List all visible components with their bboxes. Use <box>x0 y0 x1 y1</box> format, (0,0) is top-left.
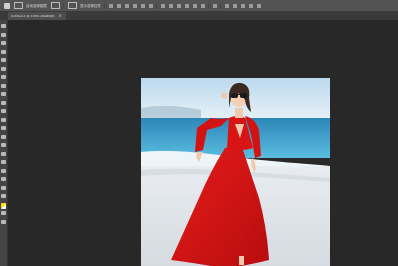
crop-tool-icon[interactable] <box>1 58 6 62</box>
distribute-left-icon[interactable] <box>185 3 189 8</box>
3d-pan-icon[interactable] <box>241 3 245 8</box>
foot <box>239 256 244 265</box>
close-icon[interactable]: × <box>59 12 62 20</box>
separator <box>208 2 209 9</box>
align-left-icon[interactable] <box>133 3 137 8</box>
zoom-tool-icon[interactable] <box>1 185 6 190</box>
lasso-tool-icon[interactable] <box>1 41 6 45</box>
canvas-workspace[interactable] <box>8 20 398 266</box>
show-transform-label: 显示变换控件 <box>80 3 101 8</box>
3d-roll-icon[interactable] <box>233 3 237 8</box>
quick-select-tool-icon[interactable] <box>1 49 6 54</box>
gradient-tool-icon[interactable] <box>1 117 6 122</box>
distribute-top-icon[interactable] <box>161 3 165 8</box>
sunglasses-left <box>231 93 238 98</box>
align-top-icon[interactable] <box>109 3 113 8</box>
distribute-bottom-icon[interactable] <box>177 3 181 8</box>
align-middle-icon[interactable] <box>117 3 121 8</box>
separator <box>63 2 64 9</box>
distribute-right-icon[interactable] <box>201 3 205 8</box>
separator <box>104 2 105 9</box>
clone-stamp-tool-icon[interactable] <box>1 92 6 96</box>
eraser-tool-icon[interactable] <box>1 109 6 113</box>
shape-tool-icon[interactable] <box>1 168 6 173</box>
dodge-tool-icon[interactable] <box>1 134 6 139</box>
document-tab-label: Untitled-1 @ 100% (RGB/8#) <box>11 14 55 18</box>
quick-mask-icon[interactable] <box>1 211 6 215</box>
options-bar: 自动选择图层 显示变换控件 <box>0 0 398 12</box>
tools-panel <box>0 20 8 266</box>
type-tool-icon[interactable] <box>1 151 6 156</box>
neck <box>235 108 243 118</box>
sunglasses-right <box>240 93 247 98</box>
align-bottom-icon[interactable] <box>125 3 129 8</box>
edit-toolbar-icon[interactable] <box>1 194 6 198</box>
sunglasses-bridge <box>237 94 241 95</box>
align-right-icon[interactable] <box>149 3 153 8</box>
path-select-tool-icon[interactable] <box>1 160 6 164</box>
distribute-middle-icon[interactable] <box>169 3 173 8</box>
auto-select-label: 自动选择图层 <box>26 3 47 8</box>
document-tab[interactable]: Untitled-1 @ 100% (RGB/8#) × <box>8 12 66 20</box>
document-tab-strip: Untitled-1 @ 100% (RGB/8#) × <box>0 12 398 20</box>
beach-photo <box>141 78 330 266</box>
3d-rotate-icon[interactable] <box>225 3 229 8</box>
color-swatches-icon[interactable] <box>1 202 6 209</box>
history-brush-tool-icon[interactable] <box>1 100 6 105</box>
separator <box>156 2 157 9</box>
separator <box>220 2 221 9</box>
marquee-tool-icon[interactable] <box>1 32 6 37</box>
hand-tool-icon[interactable] <box>1 177 6 181</box>
blur-tool-icon[interactable] <box>1 126 6 130</box>
brush-tool-icon[interactable] <box>1 83 6 88</box>
photoshop-window: 自动选择图层 显示变换控件 Untitled-1 @ 100% (RGB/8#)… <box>0 0 398 266</box>
align-center-icon[interactable] <box>141 3 145 8</box>
auto-select-checkbox[interactable] <box>14 2 23 9</box>
show-transform-checkbox[interactable] <box>68 2 77 9</box>
eyedropper-tool-icon[interactable] <box>1 66 6 71</box>
screen-mode-icon[interactable] <box>1 219 6 224</box>
3d-slide-icon[interactable] <box>249 3 253 8</box>
document-canvas[interactable] <box>141 78 330 266</box>
3d-scale-icon[interactable] <box>257 3 261 8</box>
move-tool-icon[interactable] <box>1 24 6 28</box>
healing-brush-tool-icon[interactable] <box>1 75 6 79</box>
distribute-center-icon[interactable] <box>193 3 197 8</box>
auto-align-icon[interactable] <box>213 3 217 8</box>
pen-tool-icon[interactable] <box>1 143 6 147</box>
move-tool-icon[interactable] <box>4 2 10 9</box>
layer-dropdown[interactable] <box>51 2 60 9</box>
